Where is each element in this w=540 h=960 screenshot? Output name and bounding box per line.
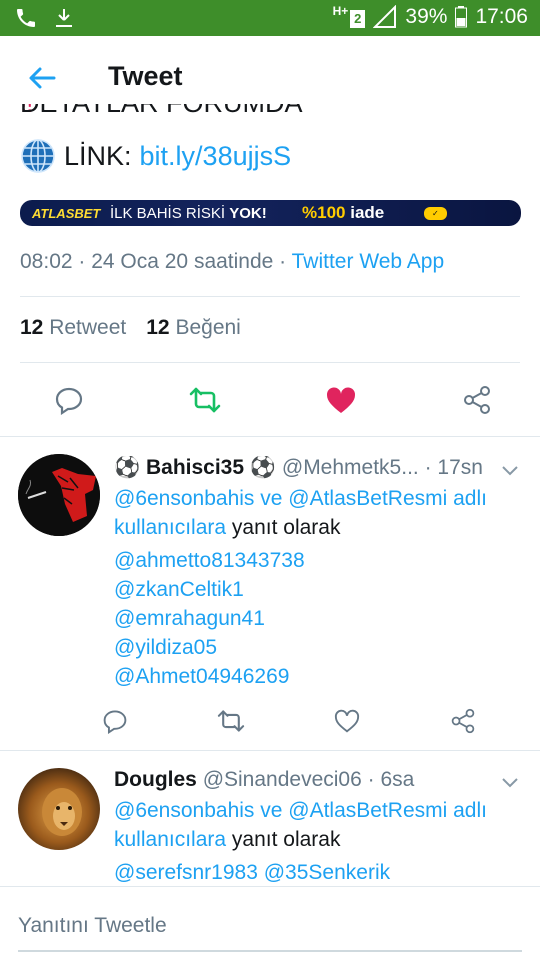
avatar-image-icon — [18, 768, 100, 850]
reply-header: ⚽ Bahisci35 ⚽ @Mehmetk5... · 17sn — [114, 456, 494, 480]
display-name[interactable]: ⚽ Bahisci35 ⚽ — [114, 456, 276, 479]
reply-icon — [103, 710, 127, 734]
retweet-button[interactable] — [214, 704, 248, 738]
mention-link[interactable]: @serefsnr1983 @35Senkerik — [114, 858, 514, 887]
chevron-down-icon[interactable] — [500, 460, 520, 480]
divider — [0, 886, 540, 887]
tweet-timestamp: 08:02 · 24 Oca 20 saatinde · — [20, 250, 287, 273]
replying-to: @6ensonbahis ve @AtlasBetResmi adlı kull… — [114, 487, 487, 539]
page-title: Tweet — [108, 61, 183, 91]
tweet-stats: 12 Retweet 12 Beğeni — [20, 316, 241, 340]
reply-button[interactable] — [98, 704, 132, 738]
reply-body: @6ensonbahis ve @AtlasBetResmi adlı kull… — [114, 484, 514, 691]
mention-link[interactable]: @Ahmet04946269 — [114, 662, 514, 691]
tweet-text-cutoff: ‼ DETAYLAR FORUMDA — [20, 104, 520, 126]
user-handle[interactable]: @Mehmetk5... — [282, 456, 419, 479]
network-indicator: H+ 2 — [333, 4, 366, 29]
banner-iade: %100 iade — [302, 203, 385, 222]
reply-tweet[interactable]: Dougles @Sinandeveci06 · 6sa @6ensonbahi… — [0, 750, 540, 886]
tweet-source[interactable]: Twitter Web App — [292, 250, 445, 273]
share-button[interactable] — [446, 704, 480, 738]
reply-header: Dougles @Sinandeveci06 · 6sa — [114, 768, 494, 792]
mention-link[interactable]: @yildiza05 — [114, 633, 514, 662]
reply-actions — [98, 704, 494, 738]
reply-body: @6ensonbahis ve @AtlasBetResmi adlı kull… — [114, 796, 514, 887]
avatar[interactable] — [18, 768, 100, 850]
status-bar: H+ 2 39% 17:06 — [0, 0, 540, 36]
share-icon — [451, 708, 475, 734]
link-label: LİNK: — [64, 140, 132, 171]
reply-tweet[interactable]: ⚽ Bahisci35 ⚽ @Mehmetk5... · 17sn @6enso… — [0, 436, 540, 750]
divider — [20, 362, 520, 363]
replying-to: @6ensonbahis ve @AtlasBetResmi adlı kull… — [114, 799, 487, 851]
heart-icon — [334, 709, 360, 733]
reply-time: · 17sn — [424, 456, 483, 479]
share-icon — [464, 386, 490, 414]
banner-badge: ✓ — [424, 206, 447, 220]
tweet-meta: 08:02 · 24 Oca 20 saatinde · Twitter Web… — [20, 250, 444, 274]
chevron-down-icon[interactable] — [500, 772, 520, 792]
mention-link[interactable]: @ahmetto81343738 — [114, 546, 514, 575]
user-handle[interactable]: @Sinandeveci06 — [203, 768, 362, 791]
battery-percent: 39% — [405, 4, 448, 28]
link-url[interactable]: bit.ly/38ujjsS — [140, 141, 292, 172]
mention-link[interactable]: @emrahagun41 — [114, 604, 514, 633]
like-button[interactable] — [324, 383, 358, 417]
mention-list: @serefsnr1983 @35Senkerik — [114, 858, 514, 887]
banner-brand: ATLASBET — [32, 205, 101, 221]
retweet-stat[interactable]: 12 Retweet — [20, 316, 126, 340]
battery-icon — [455, 5, 468, 27]
clock: 17:06 — [475, 4, 528, 28]
tweet-link-line: LİNK: bit.ly/38ujjsS — [20, 138, 291, 174]
retweet-icon — [217, 710, 245, 732]
reply-button[interactable] — [52, 383, 86, 417]
banner-text: İLK BAHİS RİSKİ YOK! — [110, 204, 267, 222]
tweet-actions — [20, 383, 520, 417]
like-button[interactable] — [330, 704, 364, 738]
display-name[interactable]: Dougles — [114, 768, 197, 791]
signal-icon — [373, 4, 397, 28]
heart-filled-icon — [326, 387, 356, 413]
mention-link[interactable]: @zkanCeltik1 — [114, 575, 514, 604]
reply-time: · 6sa — [367, 768, 415, 791]
retweet-icon — [189, 387, 221, 413]
avatar[interactable] — [18, 454, 100, 536]
download-icon — [56, 9, 72, 27]
promo-banner[interactable]: ATLASBET İLK BAHİS RİSKİ YOK! %100 iade … — [20, 200, 521, 226]
back-arrow-icon[interactable] — [26, 62, 58, 94]
retweet-button[interactable] — [188, 383, 222, 417]
globe-icon — [21, 139, 55, 173]
reply-tweet-input[interactable]: Yanıtını Tweetle — [18, 906, 522, 952]
divider — [20, 296, 520, 297]
phone-icon — [17, 9, 35, 27]
like-stat[interactable]: 12 Beğeni — [146, 316, 241, 340]
share-button[interactable] — [460, 383, 494, 417]
reply-icon — [55, 387, 83, 415]
avatar-image-icon — [18, 454, 100, 536]
mention-list: @ahmetto81343738 @zkanCeltik1 @emrahagun… — [114, 546, 514, 691]
